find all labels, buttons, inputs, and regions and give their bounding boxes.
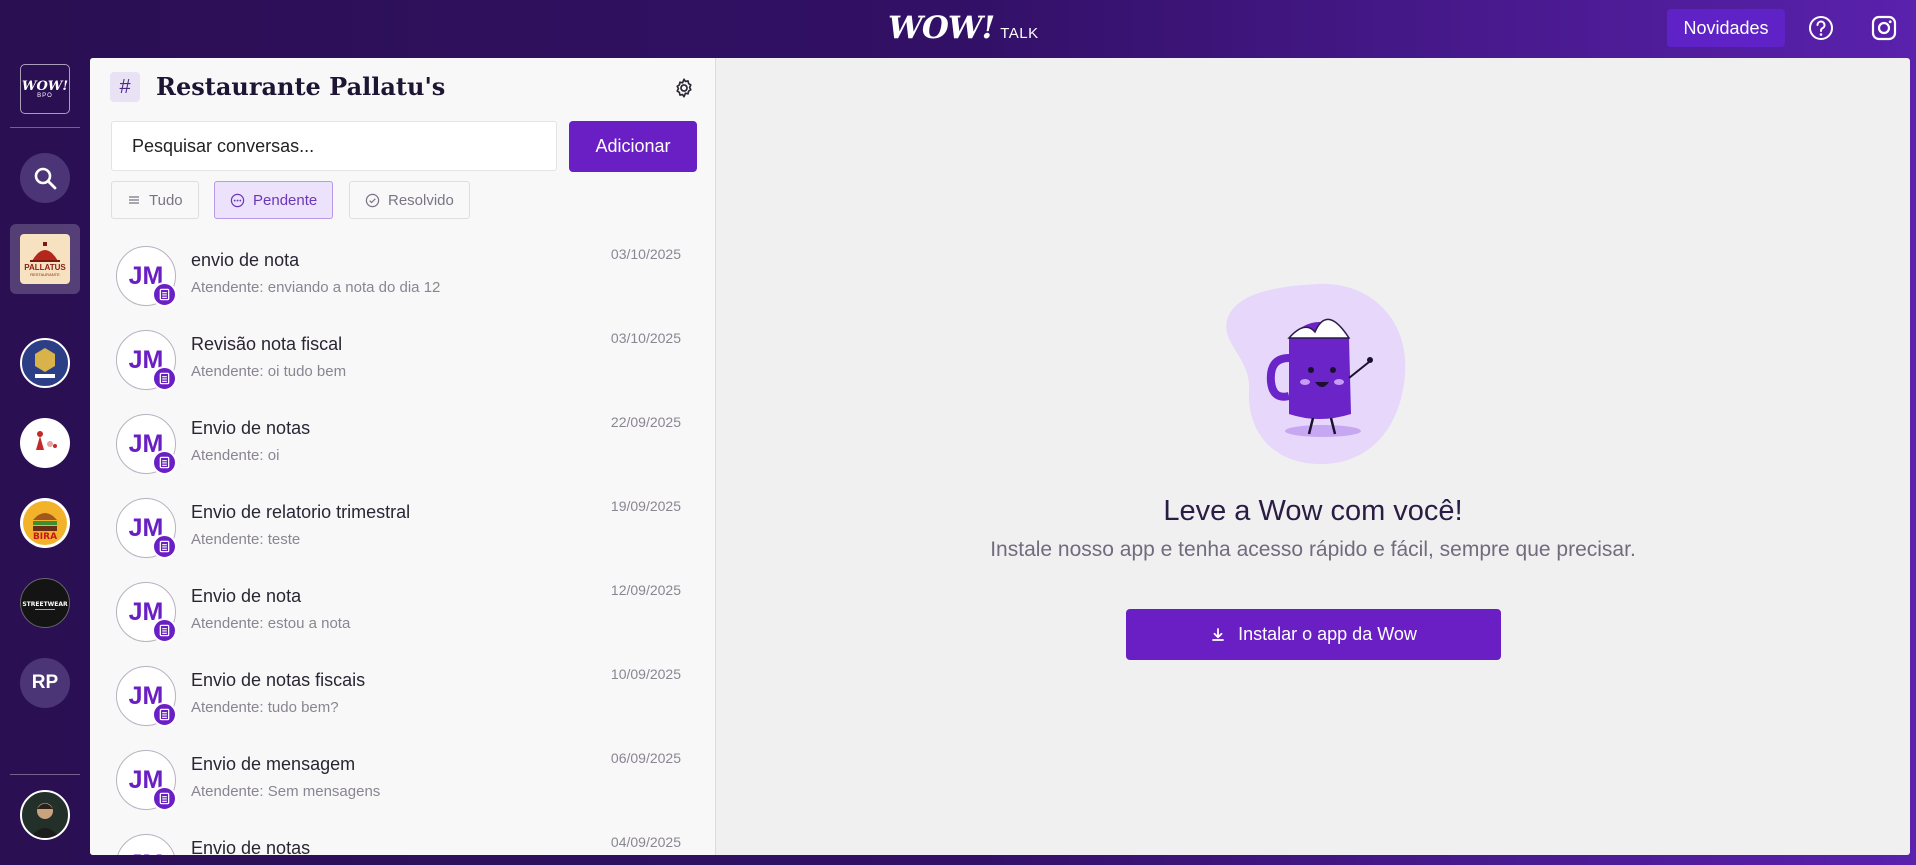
- install-app-label: Instalar o app da Wow: [1238, 624, 1417, 644]
- install-app-button[interactable]: Instalar o app da Wow: [1126, 609, 1501, 660]
- list-icon: [129, 196, 139, 204]
- contact-avatar: JM: [116, 834, 176, 855]
- app-brand: WOW! TALK: [888, 10, 1039, 46]
- svg-text:BIRA: BIRA: [33, 532, 57, 542]
- filter-label: Pendente: [253, 191, 318, 209]
- promo-subtitle: Instale nosso app e tenha acesso rápido …: [990, 538, 1636, 561]
- conversation-preview: Atendente: oi: [191, 447, 280, 464]
- pallatus-logo-icon: [30, 242, 60, 262]
- conversation-preview: Atendente: oi tudo bem: [191, 363, 347, 380]
- rail-divider-bottom: [10, 774, 80, 775]
- conversation-preview: Atendente: estou a nota: [191, 615, 351, 632]
- search-icon: [34, 167, 57, 190]
- svg-text:STREETWEAR: STREETWEAR: [22, 601, 68, 608]
- settings-gear-icon[interactable]: [672, 76, 696, 100]
- filter-tab-resolvido[interactable]: Resolvido: [349, 181, 470, 219]
- workspace-rp[interactable]: RP: [20, 658, 70, 708]
- add-conversation-button[interactable]: Adicionar: [569, 121, 697, 172]
- conversation-title: Envio de mensagem: [191, 754, 356, 774]
- note-badge-icon: [152, 366, 177, 391]
- note-badge-icon: [152, 786, 177, 811]
- conversation-date: 19/09/2025: [610, 498, 681, 514]
- conversation-title: Envio de notas: [191, 418, 311, 438]
- conversation-date: 06/09/2025: [610, 750, 681, 766]
- mestre-da-obra-logo-icon: [35, 348, 55, 378]
- filter-tab-tudo[interactable]: Tudo: [111, 181, 199, 219]
- conversation-title: envio de nota: [191, 250, 300, 270]
- conversation-item[interactable]: JM Envio de relatorio trimestral Atendente…: [90, 482, 715, 566]
- conversation-item[interactable]: JM envio de nota Atendente: enviando a not…: [90, 230, 715, 314]
- conversation-preview: Atendente: enviando a nota do dia 12: [191, 279, 441, 296]
- rail-divider: [10, 127, 80, 128]
- user-avatar-icon: [30, 803, 60, 838]
- rail-logo-text: WOW!: [21, 79, 69, 94]
- workspace-bira[interactable]: BIRA: [20, 498, 70, 548]
- help-circle-icon[interactable]: [1807, 14, 1835, 42]
- pending-dots-icon: [230, 193, 245, 207]
- conversation-item[interactable]: JM Envio de nota Atendente: estou a nota 12…: [90, 566, 715, 650]
- news-button[interactable]: Novidades: [1667, 9, 1785, 47]
- conversation-list: JM envio de nota Atendente: enviando a not…: [90, 230, 715, 855]
- check-circle-icon: [365, 193, 380, 207]
- top-bar: WOW! TALK Novidades: [0, 0, 1916, 58]
- conversation-date: 04/09/2025: [610, 834, 681, 850]
- avatar-initials: JM: [129, 850, 164, 856]
- conversation-item[interactable]: JM Envio de notas 04/09/2025: [90, 818, 715, 855]
- brand-logo: WOW!: [888, 10, 995, 46]
- streetwear-logo-icon: STREETWEAR: [22, 601, 68, 610]
- download-icon: [1212, 627, 1225, 641]
- conversation-title: Envio de relatorio trimestral: [191, 502, 411, 522]
- conversation-title: Envio de notas fiscais: [191, 670, 366, 690]
- page-title: Restaurante Pallatu's: [156, 72, 446, 101]
- workspace-mestre-da-obra[interactable]: [20, 338, 70, 388]
- mug-mascot-illustration: [1226, 283, 1406, 465]
- conversation-date: 12/09/2025: [610, 582, 681, 598]
- filter-tab-pendente[interactable]: Pendente: [214, 181, 334, 219]
- install-app-promo: Leve a Wow com você! Instale nosso app e…: [716, 58, 1910, 855]
- workspace-streetwear[interactable]: STREETWEAR: [20, 578, 70, 628]
- brand-subtitle: TALK: [1000, 25, 1039, 42]
- promo-title: Leve a Wow com você!: [1163, 495, 1463, 527]
- conversation-panel: # Restaurante Pallatu's Adicionar Tudo P…: [90, 58, 716, 855]
- workspace-rail: WOW! BPO PALLATUS RESTAURANTE BIRA STREE…: [0, 58, 90, 865]
- pallatus-logo-text: PALLATUS: [24, 263, 66, 272]
- conversation-date: 22/09/2025: [610, 414, 681, 430]
- note-badge-icon: [152, 702, 177, 727]
- main-panel: # Restaurante Pallatu's Adicionar Tudo P…: [90, 58, 1910, 855]
- search-conversations-input[interactable]: [111, 121, 557, 171]
- conversation-preview: Atendente: tudo bem?: [191, 699, 339, 716]
- wow-bpo-logo[interactable]: WOW! BPO: [20, 64, 70, 114]
- workspace-3[interactable]: [20, 418, 70, 468]
- filter-label: Tudo: [149, 191, 183, 209]
- note-badge-icon: [152, 618, 177, 643]
- conversation-title: Envio de nota: [191, 586, 302, 606]
- conversation-preview: Atendente: teste: [191, 531, 301, 548]
- conversation-date: 03/10/2025: [610, 330, 681, 346]
- conversation-date: 03/10/2025: [610, 246, 681, 262]
- workspace-3-logo-icon: [36, 431, 57, 450]
- workspace-pallatus[interactable]: PALLATUS RESTAURANTE: [20, 234, 70, 284]
- note-badge-icon: [152, 534, 177, 559]
- filter-label: Resolvido: [388, 191, 454, 209]
- note-badge-icon: [152, 450, 177, 475]
- conversation-title: Revisão nota fiscal: [191, 334, 343, 354]
- note-badge-icon: [152, 282, 177, 307]
- conversation-item[interactable]: JM Envio de notas Atendente: oi 22/09/2025: [90, 398, 715, 482]
- search-button[interactable]: [20, 153, 70, 203]
- user-avatar[interactable]: [20, 790, 70, 840]
- conversation-preview: Atendente: Sem mensagens: [191, 783, 381, 800]
- instagram-icon[interactable]: [1870, 14, 1898, 42]
- conversation-item[interactable]: JM Revisão nota fiscal Atendente: oi tudo …: [90, 314, 715, 398]
- conversation-item[interactable]: JM Envio de mensagem Atendente: Sem mensag…: [90, 734, 715, 818]
- conversation-item[interactable]: JM Envio de notas fiscais Atendente: tudo …: [90, 650, 715, 734]
- bira-logo-icon: BIRA: [23, 501, 67, 545]
- conversation-title: Envio de notas: [191, 838, 311, 855]
- pallatus-logo-sub: RESTAURANTE: [30, 272, 60, 277]
- conversation-date: 10/09/2025: [610, 666, 681, 682]
- rail-logo-sub: BPO: [37, 93, 53, 99]
- channel-hash-icon: #: [110, 72, 140, 102]
